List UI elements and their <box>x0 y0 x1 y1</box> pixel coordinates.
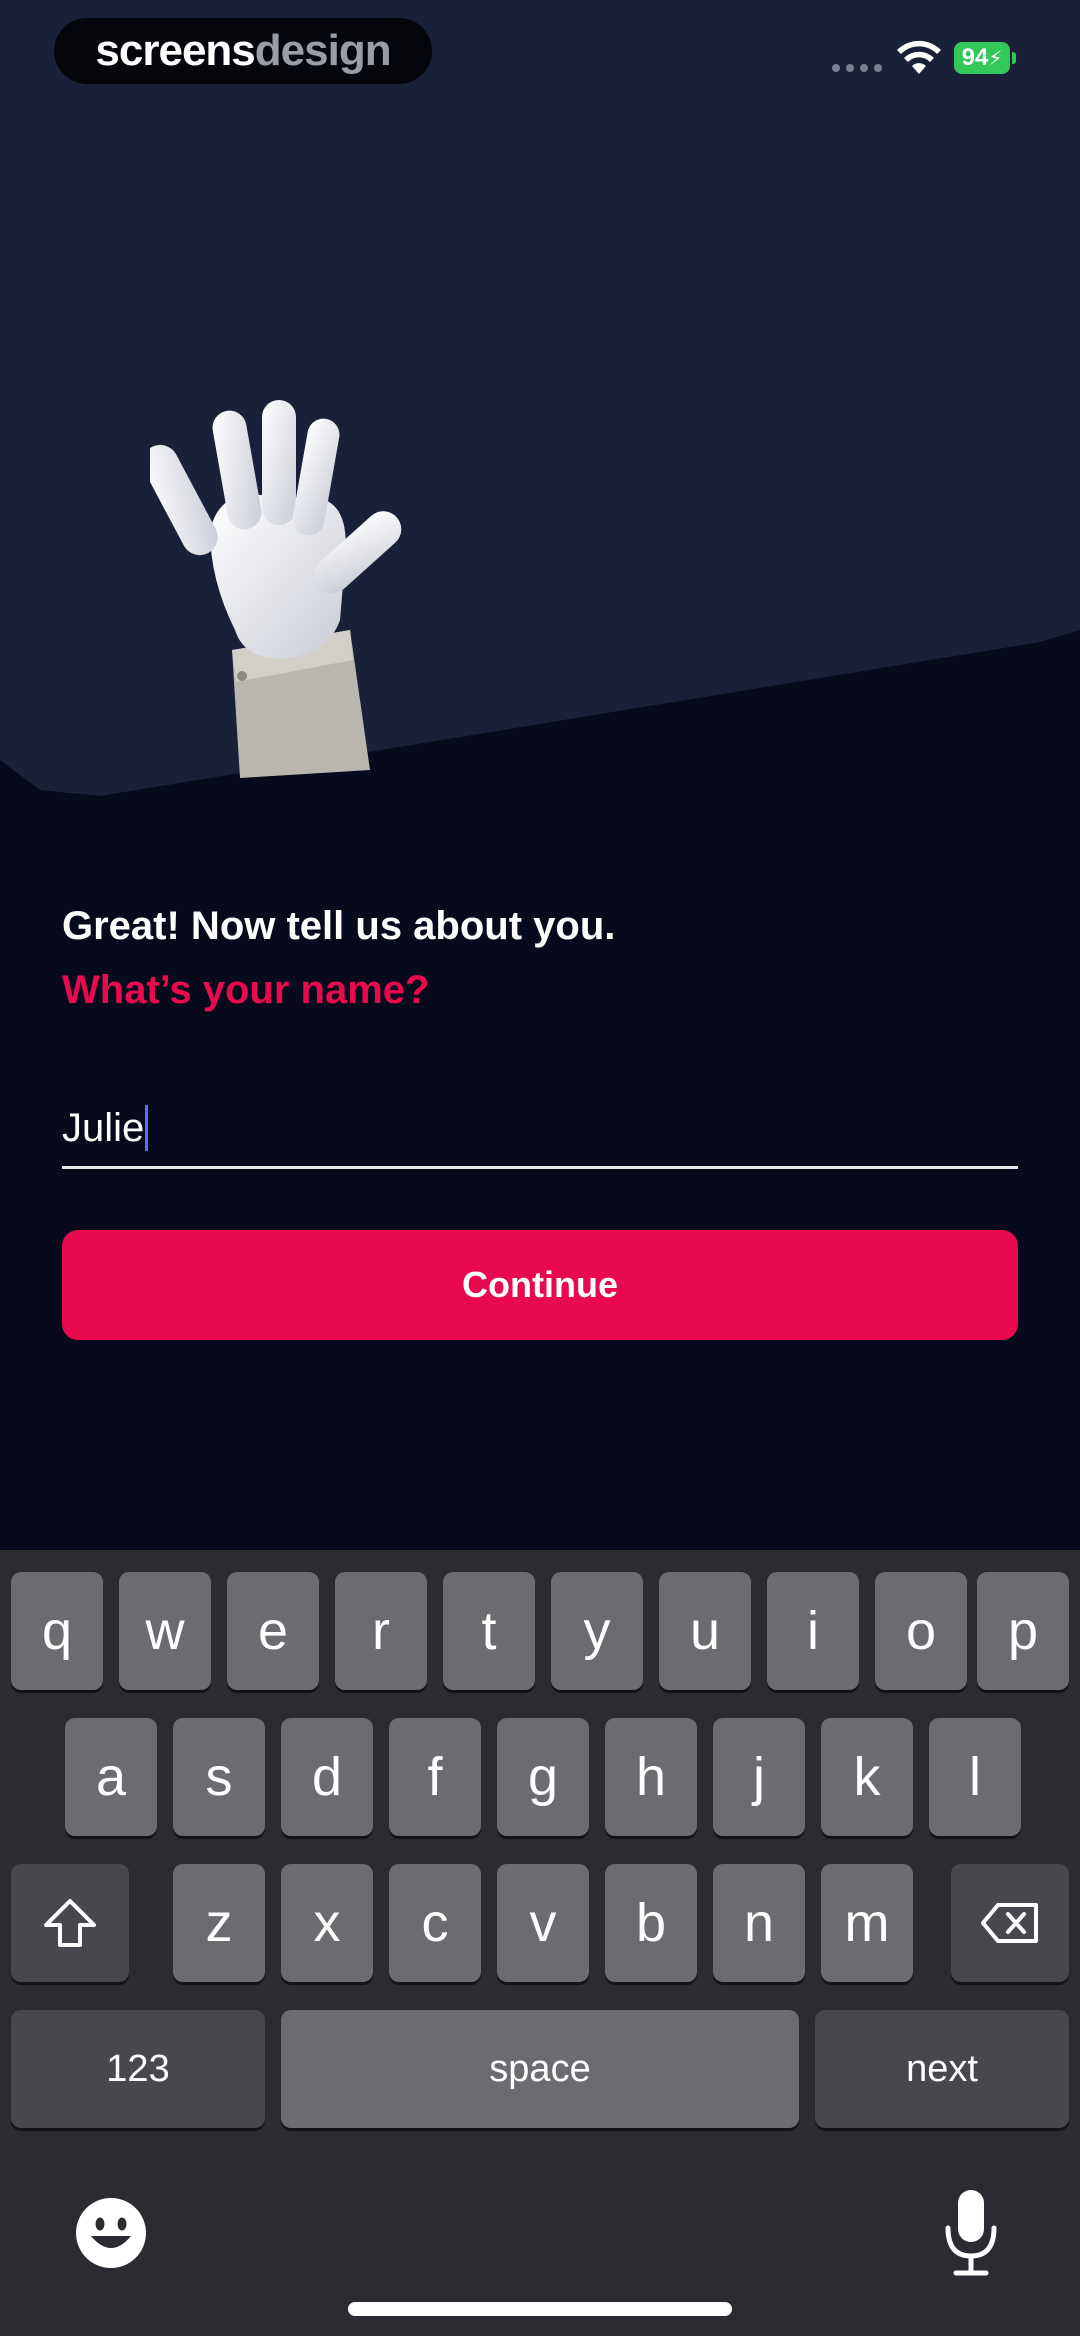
onboarding-heading: Great! Now tell us about you. <box>62 904 616 948</box>
waving-hand-illustration <box>150 400 402 778</box>
next-key[interactable]: next <box>815 2010 1069 2128</box>
key-u[interactable]: u <box>659 1572 751 1690</box>
key-w[interactable]: w <box>119 1572 211 1690</box>
key-s[interactable]: s <box>173 1718 265 1836</box>
numbers-key[interactable]: 123 <box>11 2010 265 2128</box>
cellular-signal-icon <box>832 64 882 72</box>
delete-key[interactable] <box>951 1864 1069 1982</box>
backspace-icon <box>981 1903 1038 1943</box>
space-key[interactable]: space <box>281 2010 799 2128</box>
key-h[interactable]: h <box>605 1718 697 1836</box>
name-input[interactable]: Julie <box>62 1090 1018 1169</box>
continue-button[interactable]: Continue <box>62 1230 1018 1340</box>
keyboard: q w e r t y u i o p a s d f g h j k l z … <box>0 1550 1080 2336</box>
key-d[interactable]: d <box>281 1718 373 1836</box>
shift-arrow-icon <box>44 1899 96 1947</box>
key-j[interactable]: j <box>713 1718 805 1836</box>
key-t[interactable]: t <box>443 1572 535 1690</box>
battery-indicator: 94 ⚡ <box>954 42 1016 74</box>
home-indicator[interactable] <box>348 2302 732 2316</box>
shift-key[interactable] <box>11 1864 129 1982</box>
key-q[interactable]: q <box>11 1572 103 1690</box>
name-question: What’s your name? <box>62 968 430 1012</box>
battery-level: 94 <box>961 44 989 71</box>
key-c[interactable]: c <box>389 1864 481 1982</box>
charging-bolt-icon: ⚡ <box>988 47 1003 70</box>
key-l[interactable]: l <box>929 1718 1021 1836</box>
key-n[interactable]: n <box>713 1864 805 1982</box>
key-y[interactable]: y <box>551 1572 643 1690</box>
key-o[interactable]: o <box>875 1572 967 1690</box>
name-input-value: Julie <box>62 1105 145 1150</box>
emoji-icon[interactable] <box>74 2196 148 2270</box>
key-g[interactable]: g <box>497 1718 589 1836</box>
microphone-icon[interactable] <box>942 2188 1000 2276</box>
key-z[interactable]: z <box>173 1864 265 1982</box>
key-r[interactable]: r <box>335 1572 427 1690</box>
key-k[interactable]: k <box>821 1718 913 1836</box>
key-e[interactable]: e <box>227 1572 319 1690</box>
watermark-part-1: screens <box>95 26 255 75</box>
key-a[interactable]: a <box>65 1718 157 1836</box>
watermark-logo: screens design <box>54 18 432 84</box>
key-f[interactable]: f <box>389 1718 481 1836</box>
text-cursor <box>145 1105 149 1151</box>
key-i[interactable]: i <box>767 1572 859 1690</box>
key-v[interactable]: v <box>497 1864 589 1982</box>
key-p[interactable]: p <box>977 1572 1069 1690</box>
key-x[interactable]: x <box>281 1864 373 1982</box>
wifi-icon <box>897 40 941 74</box>
key-b[interactable]: b <box>605 1864 697 1982</box>
watermark-part-2: design <box>254 26 392 75</box>
key-m[interactable]: m <box>821 1864 913 1982</box>
